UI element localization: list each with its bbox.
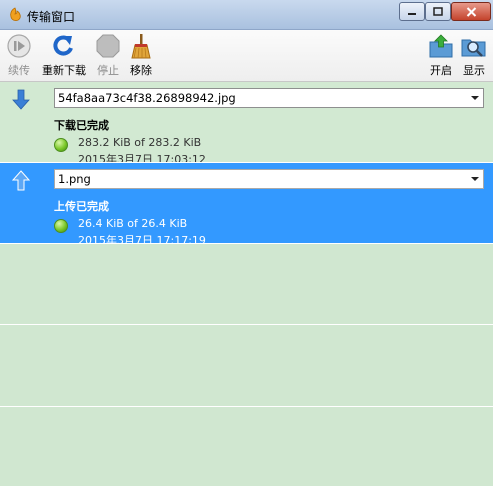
transfer-date: 2015年3月7日 17:17:19	[78, 234, 206, 243]
transfer-list: 54fa8aa73c4f38.26898942.jpg 下载已完成 283.2 …	[0, 82, 493, 486]
refresh-icon	[53, 35, 73, 56]
maximize-icon	[433, 7, 443, 16]
stop-icon	[96, 34, 120, 58]
open-button[interactable]: 开启	[428, 33, 454, 78]
minimize-icon	[408, 12, 416, 15]
empty-row	[0, 407, 493, 486]
empty-row	[0, 325, 493, 407]
download-arrow-icon	[12, 89, 30, 110]
resume-button[interactable]: 续传	[6, 33, 32, 78]
remove-button[interactable]: 移除	[128, 33, 154, 78]
transfer-window: 传输窗口 续传 重新下载 停止 移除 开启 显示 54fa8aa73c4f38.…	[0, 0, 493, 486]
filename-dropdown[interactable]: 54fa8aa73c4f38.26898942.jpg	[54, 88, 484, 108]
close-button[interactable]	[451, 2, 491, 21]
transfer-status: 下载已完成	[54, 119, 109, 132]
filename-text: 1.png	[58, 172, 91, 186]
transfer-date: 2015年3月7日 17:03:12	[78, 153, 206, 162]
transfer-row-download[interactable]: 54fa8aa73c4f38.26898942.jpg 下载已完成 283.2 …	[0, 82, 493, 163]
title-bar[interactable]: 传输窗口	[0, 0, 493, 30]
complete-status-icon	[54, 138, 68, 152]
folder-search-icon	[461, 39, 486, 57]
complete-status-icon	[54, 219, 68, 233]
stop-button[interactable]: 停止	[95, 33, 121, 78]
minimize-button[interactable]	[399, 2, 425, 21]
resume-icon	[7, 34, 31, 58]
upload-arrow-icon	[11, 170, 31, 191]
filename-text: 54fa8aa73c4f38.26898942.jpg	[58, 91, 236, 105]
transfer-row-upload-selected[interactable]: 1.png 上传已完成 26.4 KiB of 26.4 KiB 2015年3月…	[0, 163, 493, 244]
maximize-button[interactable]	[425, 2, 451, 21]
redownload-button[interactable]: 重新下载	[42, 33, 86, 78]
window-title: 传输窗口	[27, 10, 76, 24]
empty-row	[0, 244, 493, 325]
close-icon	[466, 6, 476, 17]
transfer-size: 26.4 KiB of 26.4 KiB	[78, 217, 188, 230]
toolbar: 续传 重新下载 停止 移除 开启 显示	[0, 30, 493, 82]
chevron-down-icon	[471, 96, 479, 100]
app-logo-icon	[10, 7, 21, 21]
transfer-status: 上传已完成	[54, 200, 109, 213]
show-button[interactable]: 显示	[461, 33, 487, 78]
filename-dropdown[interactable]: 1.png	[54, 169, 484, 189]
chevron-down-icon	[471, 177, 479, 181]
folder-open-icon	[429, 34, 453, 58]
broom-icon	[131, 34, 151, 59]
transfer-size: 283.2 KiB of 283.2 KiB	[78, 136, 202, 149]
